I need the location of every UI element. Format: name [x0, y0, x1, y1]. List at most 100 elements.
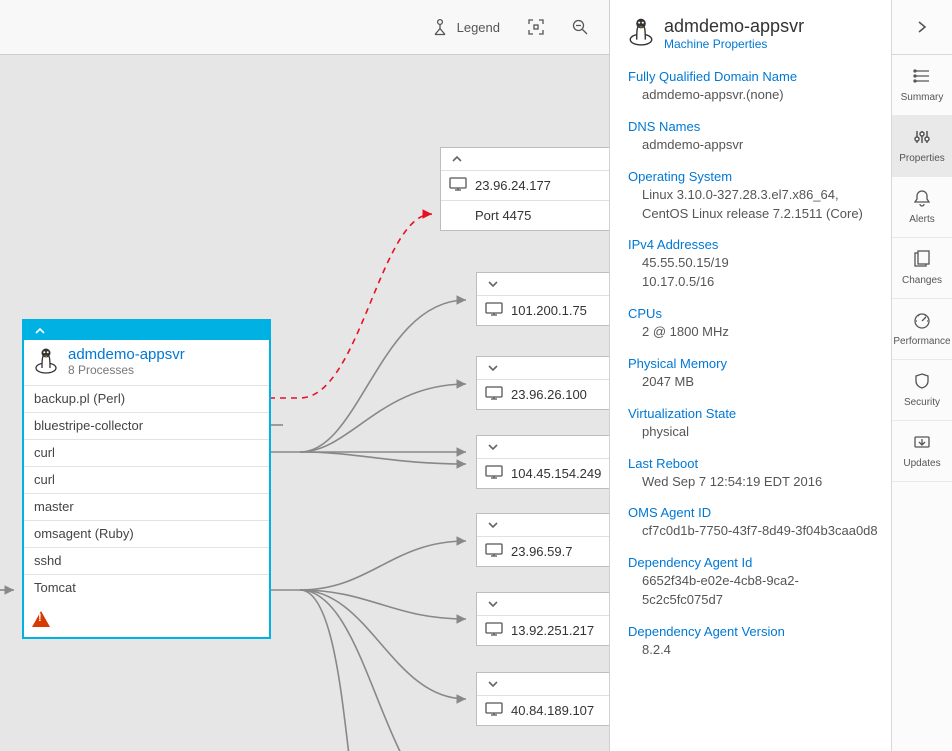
performance-icon — [913, 311, 931, 332]
details-subtitle: Machine Properties — [664, 37, 804, 51]
property-row: OMS Agent ID cf7c0d1b-7750-43f7-8d49-3f04… — [628, 505, 878, 541]
process-item[interactable]: Tomcat — [24, 575, 269, 601]
property-value: 2047 MB — [628, 373, 878, 392]
remote-ip: 40.84.189.107 — [511, 703, 594, 718]
server-title-row: admdemo-appsvr 8 Processes — [24, 340, 269, 385]
chevron-down-icon — [487, 278, 499, 290]
rail-tab-changes[interactable]: Changes — [892, 238, 952, 299]
property-value: 8.2.4 — [628, 641, 878, 660]
properties-icon — [913, 128, 931, 149]
rail-tab-updates[interactable]: Updates — [892, 421, 952, 482]
property-row: Dependency Agent Version 8.2.4 — [628, 624, 878, 660]
remote-ip: 13.92.251.217 — [511, 623, 594, 638]
process-item[interactable]: backup.pl (Perl) — [24, 386, 269, 413]
process-item[interactable]: curl — [24, 440, 269, 467]
property-value: 45.55.50.15/19 10.17.0.5/16 — [628, 254, 878, 292]
process-item[interactable]: bluestripe-collector — [24, 413, 269, 440]
summary-icon — [913, 67, 931, 88]
side-rail: Summary Properties Alerts Changes Performanc… — [891, 0, 952, 751]
property-label: Operating System — [628, 169, 878, 184]
chevron-down-icon — [487, 441, 499, 453]
property-label: CPUs — [628, 306, 878, 321]
rail-tab-label: Performance — [893, 336, 950, 347]
monitor-icon — [449, 177, 467, 194]
remote-ip: 104.45.154.249 — [511, 466, 601, 481]
property-value: cf7c0d1b-7750-43f7-8d49-3f04b3caa0d8 — [628, 522, 878, 541]
property-label: IPv4 Addresses — [628, 237, 878, 252]
process-item[interactable]: omsagent (Ruby) — [24, 521, 269, 548]
legend-label: Legend — [457, 20, 500, 35]
property-label: Virtualization State — [628, 406, 878, 421]
legend-button[interactable]: Legend — [431, 18, 500, 36]
property-label: Dependency Agent Version — [628, 624, 878, 639]
remote-port-row: Port 4475 — [441, 200, 611, 230]
updates-icon — [913, 433, 931, 454]
property-value: admdemo-appsvr.(none) — [628, 86, 878, 105]
monitor-icon — [485, 465, 503, 482]
legend-icon — [431, 18, 449, 36]
monitor-icon — [485, 622, 503, 639]
monitor-icon — [485, 543, 503, 560]
chevron-right-icon — [915, 20, 929, 34]
property-row: Last RebootWed Sep 7 12:54:19 EDT 2016 — [628, 456, 878, 492]
property-value: 6652f34b-e02e-4cb8-9ca2-5c2c5fc075d7 — [628, 572, 878, 610]
rail-tab-label: Updates — [903, 458, 940, 469]
process-item[interactable]: master — [24, 494, 269, 521]
server-name: admdemo-appsvr — [68, 346, 185, 363]
zoom-out-button[interactable] — [572, 19, 588, 35]
property-label: OMS Agent ID — [628, 505, 878, 520]
security-icon — [913, 372, 931, 393]
property-label: Physical Memory — [628, 356, 878, 371]
warning-icon[interactable] — [32, 611, 50, 627]
linux-icon — [34, 346, 58, 377]
remote-ip: 23.96.59.7 — [511, 544, 572, 559]
property-row: Dependency Agent Id 6652f34b-e02e-4cb8-9c… — [628, 555, 878, 610]
fit-to-screen-icon — [528, 19, 544, 35]
remote-ip-row: 23.96.24.177 — [441, 171, 611, 200]
remote-ip: 23.96.24.177 — [475, 178, 551, 193]
process-item[interactable]: sshd — [24, 548, 269, 575]
dependency-map-canvas[interactable]: admdemo-appsvr 8 Processes backup.pl (Pe… — [0, 54, 642, 751]
zoom-out-icon — [572, 19, 588, 35]
collapse-panel-button[interactable] — [892, 0, 952, 55]
server-node-header[interactable] — [24, 321, 269, 340]
chevron-up-icon — [34, 325, 46, 337]
property-label: Dependency Agent Id — [628, 555, 878, 570]
changes-icon — [913, 250, 931, 271]
remote-ip: 23.96.26.100 — [511, 387, 587, 402]
warning-row — [24, 601, 269, 637]
monitor-icon — [485, 386, 503, 403]
property-label: Fully Qualified Domain Name — [628, 69, 878, 84]
process-item[interactable]: curl — [24, 467, 269, 494]
property-row: Operating System Linux 3.10.0-327.28.3.el… — [628, 169, 878, 224]
details-title: admdemo-appsvr — [664, 16, 804, 37]
property-row: Physical Memory 2047 MB — [628, 356, 878, 392]
rail-tab-label: Changes — [902, 275, 942, 286]
property-value: Linux 3.10.0-327.28.3.el7.x86_64, CentOS… — [628, 186, 878, 224]
remote-node[interactable]: 23.96.24.177 Port 4475 — [440, 147, 612, 231]
monitor-icon — [485, 702, 503, 719]
property-value: physical — [628, 423, 878, 442]
server-node[interactable]: admdemo-appsvr 8 Processes backup.pl (Pe… — [22, 319, 271, 639]
machine-properties-panel: admdemo-appsvr Machine Properties Fully … — [609, 0, 892, 751]
rail-tab-properties[interactable]: Properties — [892, 116, 952, 177]
fit-to-screen-button[interactable] — [528, 19, 544, 35]
rail-tab-summary[interactable]: Summary — [892, 55, 952, 116]
remote-toggle[interactable] — [441, 148, 611, 171]
property-row: Virtualization State physical — [628, 406, 878, 442]
remote-port: Port 4475 — [475, 208, 531, 223]
rail-tab-security[interactable]: Security — [892, 360, 952, 421]
rail-tab-label: Security — [904, 397, 940, 408]
property-row: CPUs2 @ 1800 MHz — [628, 306, 878, 342]
alerts-icon — [913, 189, 931, 210]
property-row: Fully Qualified Domain Name admdemo-appsv… — [628, 69, 878, 105]
rail-tab-label: Alerts — [909, 214, 935, 225]
property-row: DNS Namesadmdemo-appsvr — [628, 119, 878, 155]
rail-tab-label: Summary — [901, 92, 944, 103]
rail-tab-performance[interactable]: Performance — [892, 299, 952, 360]
property-label: Last Reboot — [628, 456, 878, 471]
chevron-down-icon — [487, 362, 499, 374]
rail-tab-alerts[interactable]: Alerts — [892, 177, 952, 238]
linux-icon — [628, 16, 654, 49]
chevron-down-icon — [487, 519, 499, 531]
